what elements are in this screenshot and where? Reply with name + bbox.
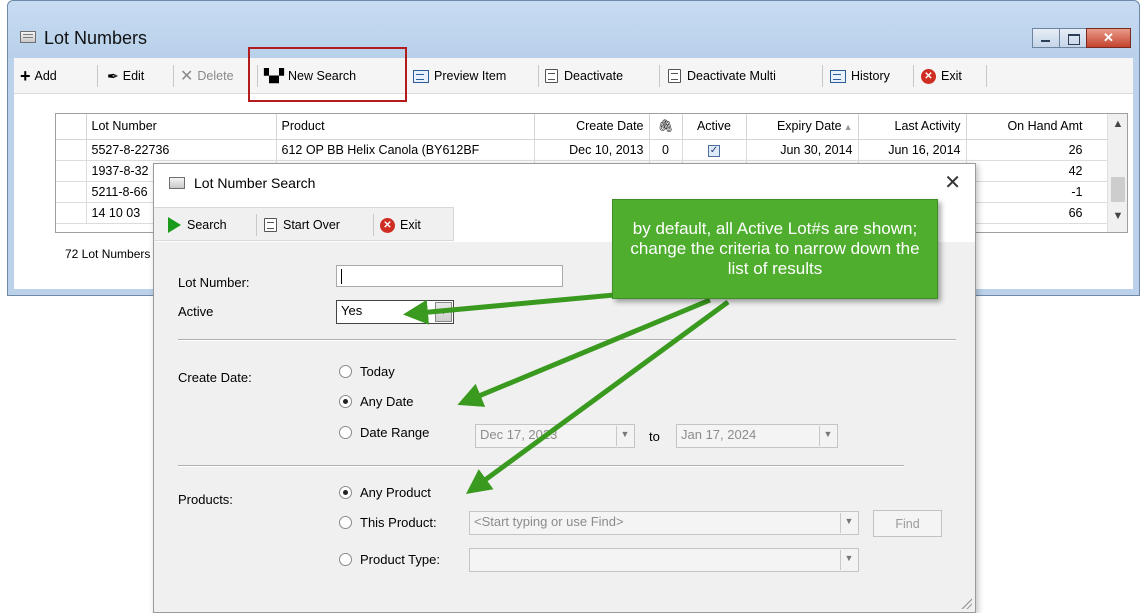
annotation-arrows bbox=[403, 285, 730, 494]
callout-note: by default, all Active Lot#s are shown; … bbox=[612, 199, 938, 299]
arrow-to-any-product bbox=[465, 299, 730, 494]
arrow-to-any-date bbox=[457, 297, 711, 407]
callout-text: by default, all Active Lot#s are shown; … bbox=[630, 219, 920, 278]
